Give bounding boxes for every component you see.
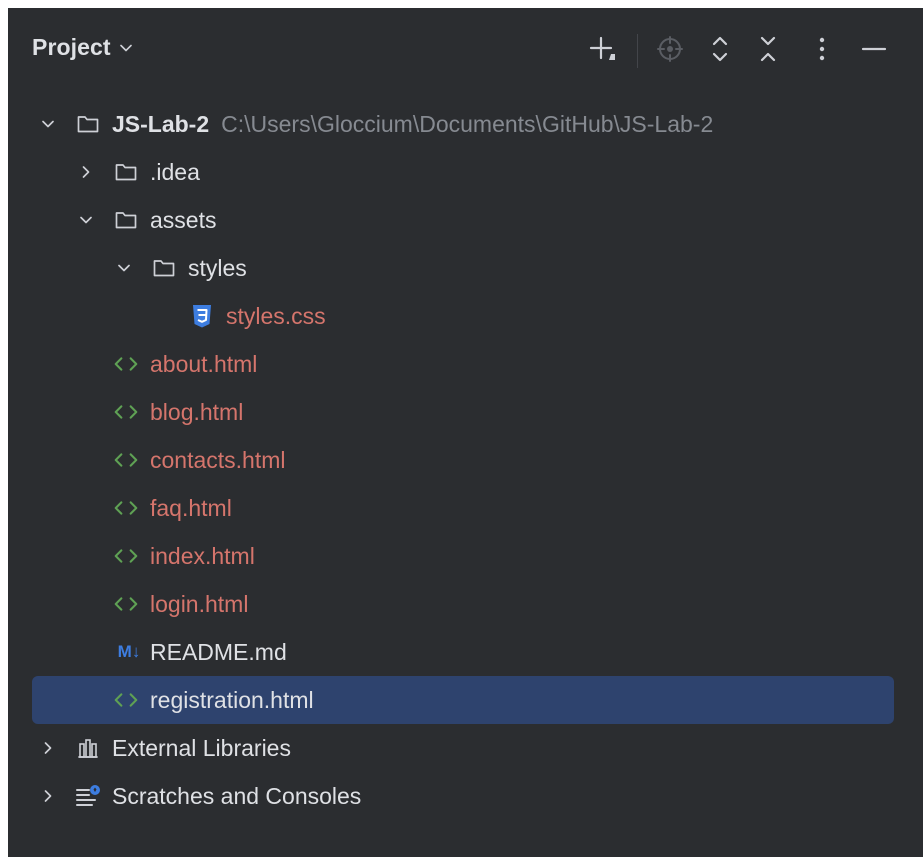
tree-item-styles-css[interactable]: styles.css bbox=[8, 292, 923, 340]
html-file-icon bbox=[112, 542, 140, 570]
tree-item-label: login.html bbox=[150, 590, 249, 617]
tree-item-label: .idea bbox=[150, 158, 200, 185]
root-path: C:\Users\Gloccium\Documents\GitHub\JS-La… bbox=[221, 110, 714, 137]
tree-item-index-html[interactable]: index.html bbox=[8, 532, 923, 580]
scratches-icon bbox=[74, 782, 102, 810]
tree-item-label: External Libraries bbox=[112, 734, 291, 761]
css-file-icon bbox=[188, 302, 216, 330]
folder-icon bbox=[150, 254, 178, 282]
chevron-right-icon[interactable] bbox=[38, 738, 58, 758]
tree-item-label: Scratches and Consoles bbox=[112, 782, 362, 809]
chevron-down-icon[interactable] bbox=[76, 210, 96, 230]
markdown-file-icon: M↓ bbox=[117, 642, 141, 661]
project-title: Project bbox=[32, 34, 111, 60]
tree-item-blog-html[interactable]: blog.html bbox=[8, 388, 923, 436]
tree-item-readme[interactable]: M↓ README.md bbox=[8, 628, 923, 676]
folder-icon bbox=[112, 158, 140, 186]
toolbar-separator bbox=[637, 34, 638, 68]
project-header: Project bbox=[8, 8, 923, 88]
root-name: JS-Lab-2 bbox=[112, 110, 210, 137]
library-icon bbox=[74, 734, 102, 762]
html-file-icon bbox=[112, 350, 140, 378]
folder-icon bbox=[74, 110, 102, 138]
chevron-down-icon[interactable] bbox=[38, 114, 58, 134]
chevron-down-icon[interactable] bbox=[114, 258, 134, 278]
tree-item-label: JS-Lab-2 C:\Users\Gloccium\Documents\GitH… bbox=[112, 111, 713, 138]
chevron-right-icon[interactable] bbox=[38, 786, 58, 806]
html-file-icon bbox=[112, 398, 140, 426]
new-file-icon[interactable] bbox=[586, 32, 620, 66]
tree-item-registration-html[interactable]: registration.html bbox=[32, 676, 894, 724]
locate-icon[interactable] bbox=[653, 32, 687, 66]
tree-item-label: index.html bbox=[150, 542, 255, 569]
chevron-down-icon bbox=[119, 41, 133, 55]
tree-item-assets[interactable]: assets bbox=[8, 196, 923, 244]
tree-item-label: registration.html bbox=[150, 686, 314, 713]
tree-item-label: blog.html bbox=[150, 398, 244, 425]
more-options-icon[interactable] bbox=[805, 32, 839, 66]
tree-item-label: README.md bbox=[150, 638, 287, 665]
html-file-icon bbox=[112, 590, 140, 618]
tree-item-about-html[interactable]: about.html bbox=[8, 340, 923, 388]
tree-item-label: styles.css bbox=[226, 302, 326, 329]
collapse-all-icon[interactable] bbox=[751, 32, 785, 66]
tree-item-label: contacts.html bbox=[150, 446, 286, 473]
project-tool-window: Project JS-Lab-2 C:\Users\Gloccium\Docum… bbox=[8, 8, 923, 857]
html-file-icon bbox=[112, 494, 140, 522]
tree-item-scratches-and-consoles[interactable]: Scratches and Consoles bbox=[8, 772, 923, 820]
tree-item-faq-html[interactable]: faq.html bbox=[8, 484, 923, 532]
tree-item-root[interactable]: JS-Lab-2 C:\Users\Gloccium\Documents\GitH… bbox=[8, 100, 923, 148]
tree-item-idea[interactable]: .idea bbox=[8, 148, 923, 196]
html-file-icon bbox=[112, 446, 140, 474]
chevron-right-icon[interactable] bbox=[76, 162, 96, 182]
tree-item-external-libraries[interactable]: External Libraries bbox=[8, 724, 923, 772]
tree-item-label: about.html bbox=[150, 350, 258, 377]
tree-item-login-html[interactable]: login.html bbox=[8, 580, 923, 628]
tree-item-contacts-html[interactable]: contacts.html bbox=[8, 436, 923, 484]
folder-icon bbox=[112, 206, 140, 234]
hide-icon[interactable] bbox=[857, 32, 891, 66]
expand-all-icon[interactable] bbox=[703, 32, 737, 66]
tree-item-styles-folder[interactable]: styles bbox=[8, 244, 923, 292]
project-view-selector[interactable]: Project bbox=[32, 34, 133, 61]
tree-item-label: assets bbox=[150, 206, 217, 233]
html-file-icon bbox=[112, 686, 140, 714]
tree-item-label: styles bbox=[188, 254, 247, 281]
tree-item-label: faq.html bbox=[150, 494, 232, 521]
